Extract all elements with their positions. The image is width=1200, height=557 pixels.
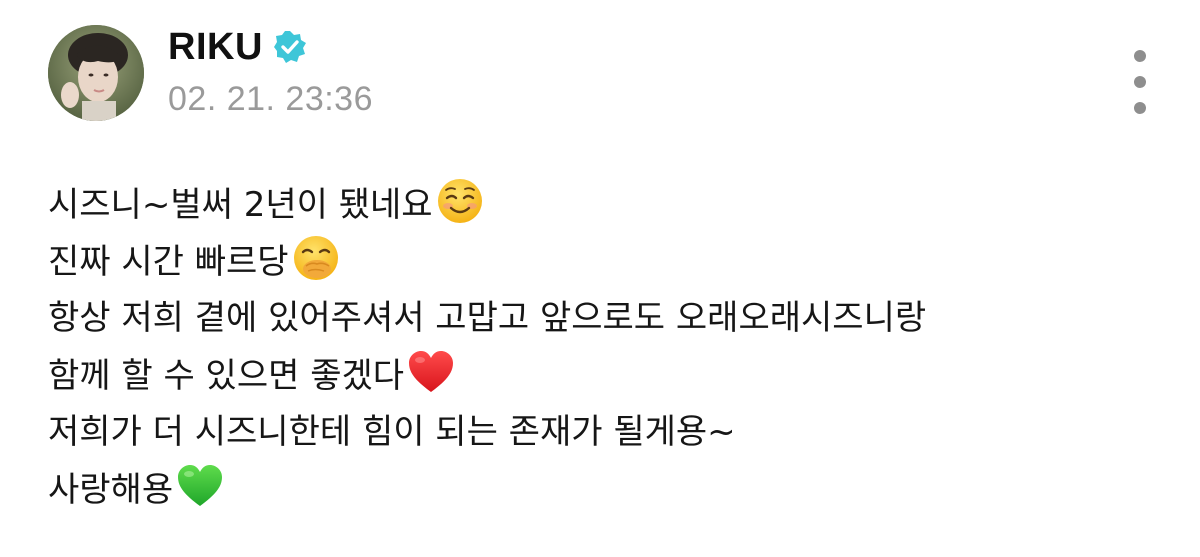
post-line-text: 시즈니~벌써 2년이 됐네요: [48, 185, 433, 225]
post-line-text: 사랑해용: [48, 470, 174, 510]
more-dot: [1134, 76, 1146, 88]
post-line-text: 저희가 더 시즈니한테 힘이 되는 존재가 될게용~: [48, 412, 736, 452]
post-line-text: 항상 저희 곁에 있어주셔서 고맙고 앞으로도 오래오래시즈니랑: [48, 298, 927, 338]
post-line: 저희가 더 시즈니한테 힘이 되는 존재가 될게용~: [48, 404, 1168, 461]
post-card: RIKU 02. 21. 23:36 시즈니~벌써 2년이 됐네요 진짜 시간 …: [0, 0, 1200, 557]
more-options-button[interactable]: [1124, 50, 1156, 114]
face-with-hand-over-mouth-icon: [291, 233, 341, 283]
post-line: 진짜 시간 빠르당: [48, 233, 1168, 290]
post-line-text: 진짜 시간 빠르당: [48, 242, 289, 282]
post-line-text: 함께 할 수 있으면 좋겠다: [48, 356, 405, 396]
green-heart-icon: [175, 461, 225, 511]
post-line: 함께 할 수 있으면 좋겠다: [48, 347, 1168, 404]
more-dot: [1134, 50, 1146, 62]
verified-badge-icon: [273, 30, 307, 64]
post-line: 사랑해용: [48, 461, 1168, 518]
author-name[interactable]: RIKU: [168, 26, 263, 69]
post-line: 항상 저희 곁에 있어주셔서 고맙고 앞으로도 오래오래시즈니랑: [48, 290, 1168, 347]
smiling-face-icon: [435, 176, 485, 226]
author-row: RIKU: [168, 22, 307, 72]
avatar[interactable]: [48, 25, 144, 121]
post-body: 시즈니~벌써 2년이 됐네요 진짜 시간 빠르당 항상 저희 곁에 있어주셔서 …: [48, 176, 1168, 518]
post-line: 시즈니~벌써 2년이 됐네요: [48, 176, 1168, 233]
post-timestamp: 02. 21. 23:36: [168, 80, 374, 118]
red-heart-icon: [406, 347, 456, 397]
more-dot: [1134, 102, 1146, 114]
avatar-image: [48, 25, 144, 121]
